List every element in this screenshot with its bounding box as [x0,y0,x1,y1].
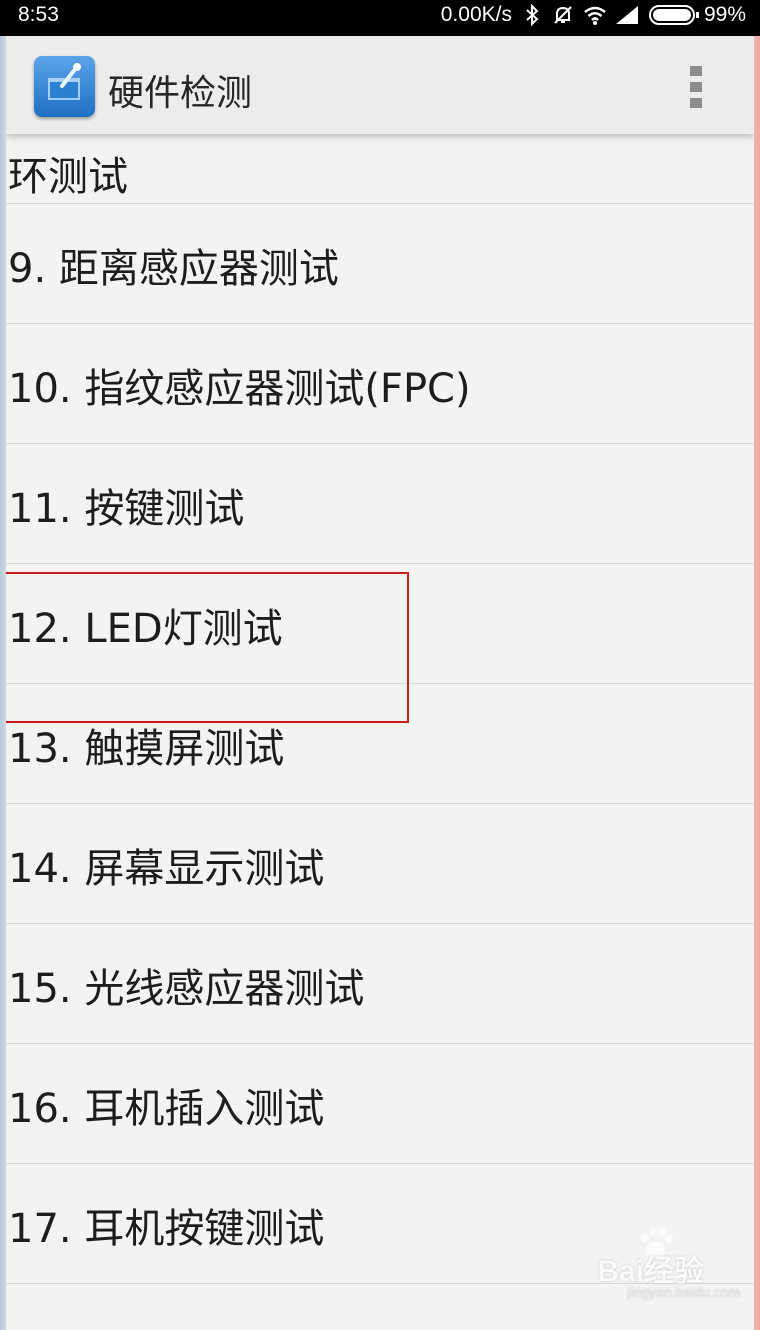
list-item-led-test[interactable]: 12. LED灯测试 [6,564,754,684]
status-bar: 8:53 0.00K/s 99% [0,0,760,36]
hardware-test-app-icon[interactable] [34,56,95,117]
app-window: 硬件检测 环测试 9. 距离感应器测试 10. 指纹感应器测试(FPC) 11.… [6,36,754,1330]
list-item-label: 15. 光线感应器测试 [8,966,365,1012]
list-item-label: 12. LED灯测试 [8,606,283,652]
list-item-label: 17. 耳机按键测试 [8,1206,325,1252]
battery-percent: 99% [703,3,746,26]
list-item-label: 16. 耳机插入测试 [8,1086,325,1132]
silent-mode-icon [552,4,574,26]
app-title: 硬件检测 [108,73,253,114]
list-item-fingerprint-sensor[interactable]: 10. 指纹感应器测试(FPC) [6,324,754,444]
wifi-icon [583,4,606,26]
watermark-sub: jingyan.baidu.com [627,1284,740,1300]
list-item-light-sensor[interactable]: 15. 光线感应器测试 [6,924,754,1044]
list-item-label: 14. 屏幕显示测试 [8,846,325,892]
list-item-key-test[interactable]: 11. 按键测试 [6,444,754,564]
list-item-proximity-sensor[interactable]: 9. 距离感应器测试 [6,204,754,324]
list-item-display-test[interactable]: 14. 屏幕显示测试 [6,804,754,924]
list-item-label: 10. 指纹感应器测试(FPC) [8,366,471,412]
list-item-headset-insert[interactable]: 16. 耳机插入测试 [6,1044,754,1164]
action-bar: 硬件检测 [6,36,754,134]
bluetooth-icon [521,3,543,27]
signal-icon [614,4,638,26]
status-time: 8:53 [18,3,59,26]
list-item-label: 13. 触摸屏测试 [8,726,285,772]
status-icons: 0.00K/s 99% [441,3,746,27]
list-item-label: 9. 距离感应器测试 [8,246,339,292]
overflow-menu-icon[interactable] [682,64,710,110]
network-speed: 0.00K/s [440,3,512,26]
list-item-touchscreen-test[interactable]: 13. 触摸屏测试 [6,684,754,804]
baidu-jingyan-watermark: Bai经验 jingyan.baidu.com [560,1228,740,1308]
list-item-label: 环测试 [8,154,128,200]
battery-icon [648,5,699,25]
list-item-label: 11. 按键测试 [8,486,245,532]
